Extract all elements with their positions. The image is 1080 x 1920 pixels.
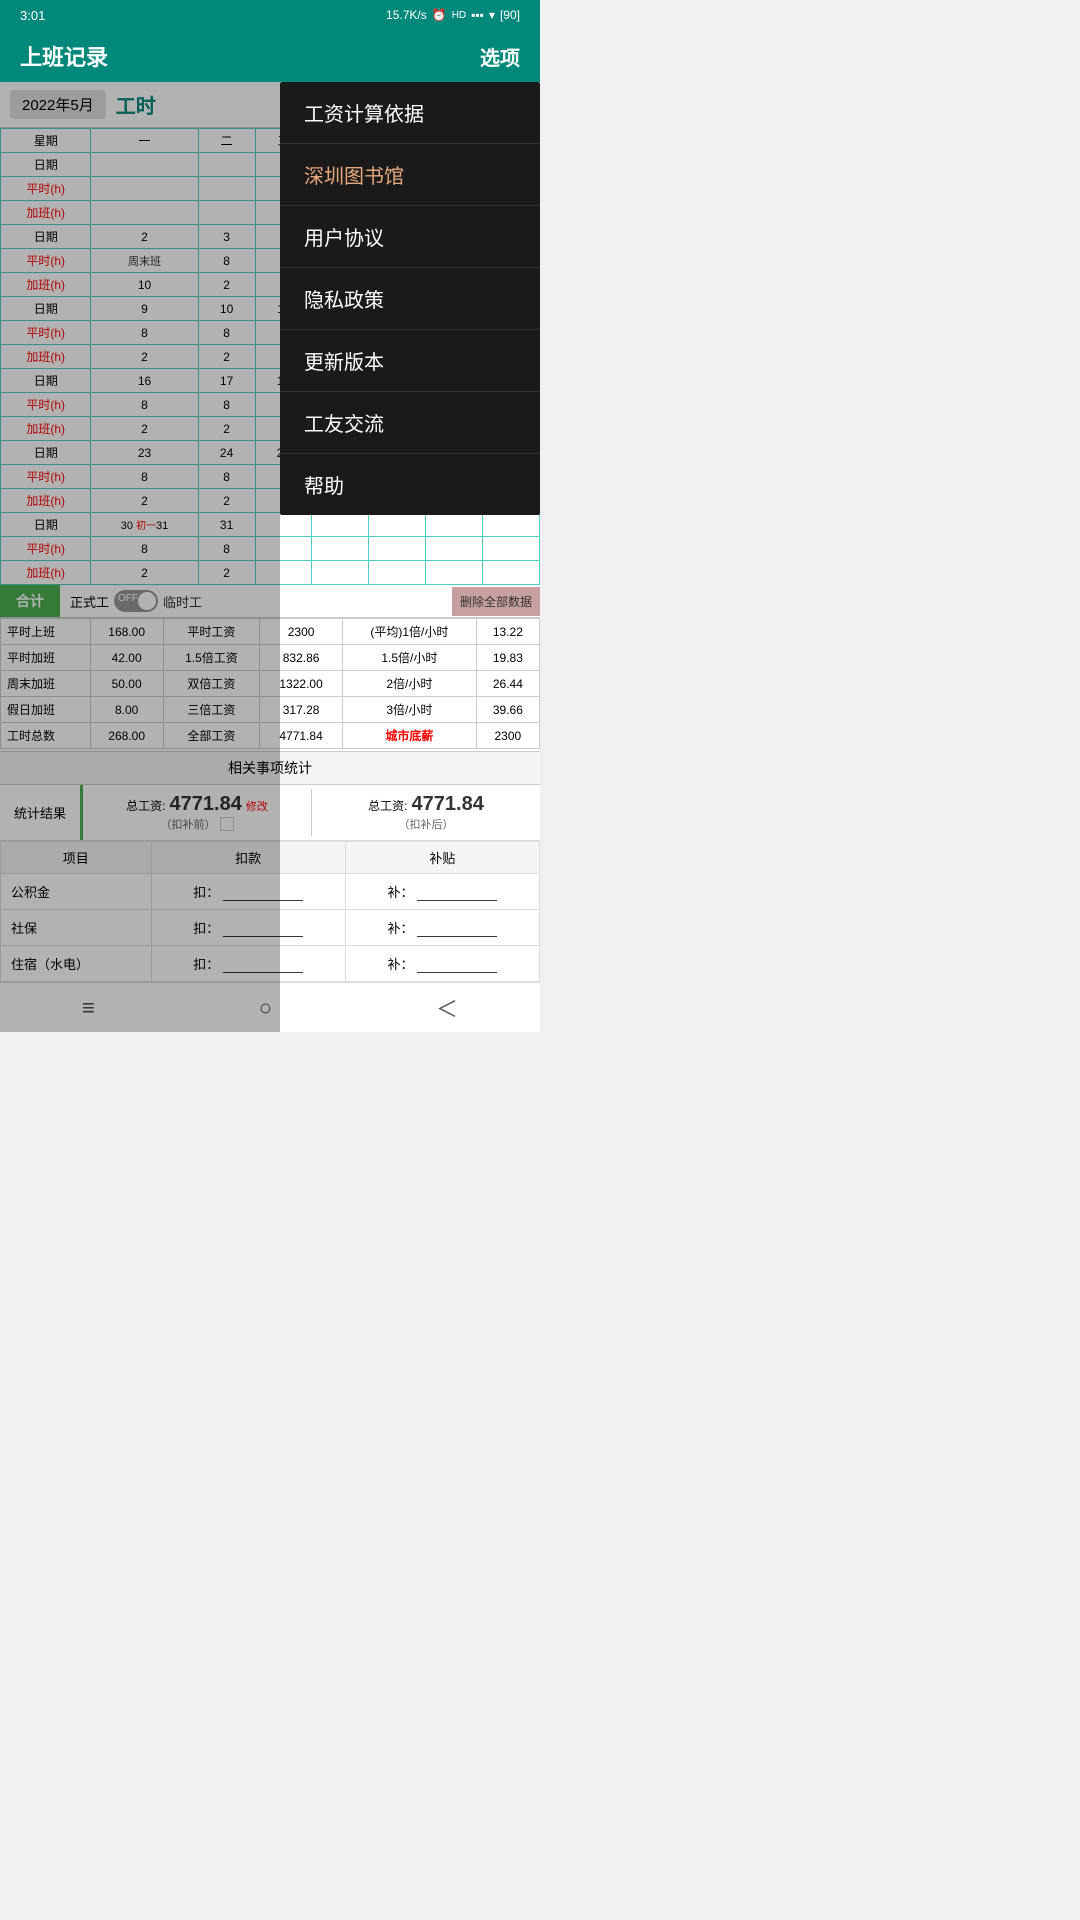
summary-per-hour: 2300 bbox=[476, 723, 539, 749]
summary-multiplier: (平均)1倍/小时 bbox=[343, 619, 477, 645]
menu-dim-overlay[interactable] bbox=[0, 82, 280, 1032]
item-subsidy[interactable]: 补： bbox=[345, 874, 539, 910]
summary-per-hour: 13.22 bbox=[476, 619, 539, 645]
summary-multiplier: 2倍/小时 bbox=[343, 671, 477, 697]
dropdown-item[interactable]: 深圳图书馆 bbox=[280, 144, 540, 206]
hd-icon: HD bbox=[452, 10, 466, 21]
summary-multiplier: 城市底薪 bbox=[343, 723, 477, 749]
item-subsidy[interactable]: 补： bbox=[345, 946, 539, 982]
clock-icon: ⏰ bbox=[432, 8, 447, 22]
battery-icon: [90] bbox=[500, 8, 520, 22]
dropdown-item[interactable]: 工资计算依据 bbox=[280, 82, 540, 144]
summary-per-hour: 19.83 bbox=[476, 645, 539, 671]
item-subsidy[interactable]: 补： bbox=[345, 910, 539, 946]
dropdown-item[interactable]: 隐私政策 bbox=[280, 268, 540, 330]
dropdown-item[interactable]: 用户协议 bbox=[280, 206, 540, 268]
total-wage-post-label: 总工资: bbox=[368, 797, 407, 814]
dropdown-menu: 工资计算依据深圳图书馆用户协议隐私政策更新版本工友交流帮助 bbox=[280, 82, 540, 515]
network-speed: 15.7K/s bbox=[386, 8, 427, 22]
summary-per-hour: 39.66 bbox=[476, 697, 539, 723]
col-subsidy: 补贴 bbox=[345, 842, 539, 874]
dropdown-item[interactable]: 帮助 bbox=[280, 454, 540, 515]
delete-all-button[interactable]: 删除全部数据 bbox=[452, 587, 540, 616]
wifi-icon: ▾ bbox=[489, 8, 495, 22]
dropdown-item[interactable]: 更新版本 bbox=[280, 330, 540, 392]
summary-multiplier: 3倍/小时 bbox=[343, 697, 477, 723]
status-bar: 3:01 15.7K/s ⏰ HD ▪▪▪ ▾ [90] bbox=[0, 0, 540, 30]
post-deduct-note: （扣补后） bbox=[399, 816, 454, 832]
summary-per-hour: 26.44 bbox=[476, 671, 539, 697]
signal-icon: ▪▪▪ bbox=[471, 8, 484, 22]
stats-post-deduct: 总工资: 4771.84 （扣补后） bbox=[312, 785, 540, 840]
page-title: 上班记录 bbox=[20, 40, 108, 72]
total-wage-post-value: 4771.84 bbox=[412, 793, 484, 816]
dropdown-item[interactable]: 工友交流 bbox=[280, 392, 540, 454]
status-right: 15.7K/s ⏰ HD ▪▪▪ ▾ [90] bbox=[386, 8, 520, 22]
back-nav-button[interactable]: ＜ bbox=[436, 992, 458, 1024]
dropdown-items-container: 工资计算依据深圳图书馆用户协议隐私政策更新版本工友交流帮助 bbox=[280, 82, 540, 515]
options-button[interactable]: 选项 bbox=[480, 42, 520, 71]
status-time: 3:01 bbox=[20, 8, 45, 23]
summary-multiplier: 1.5倍/小时 bbox=[343, 645, 477, 671]
header: 上班记录 选项 bbox=[0, 30, 540, 82]
